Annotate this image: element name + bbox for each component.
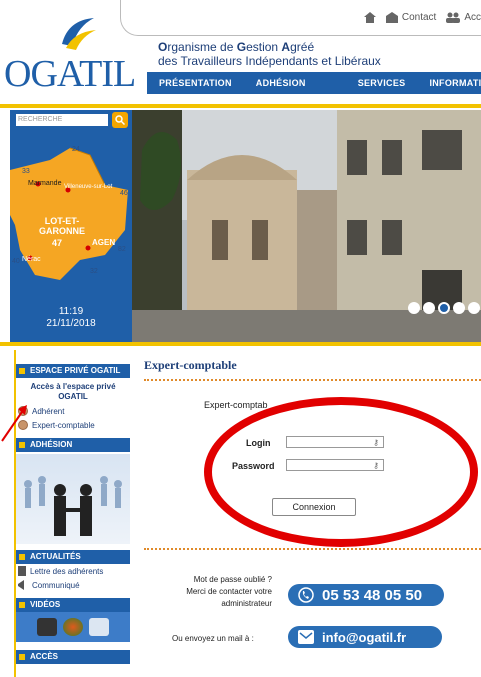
connexion-button[interactable]: Connexion <box>272 498 356 516</box>
users-icon <box>446 12 461 23</box>
home-link[interactable] <box>363 12 376 23</box>
main-nav: PRÉSENTATION ADHÉSION SERVICES INFORMATI… <box>147 72 481 94</box>
city-marmande: Marmande <box>28 180 62 187</box>
phone-button[interactable]: 05 53 48 05 50 <box>288 584 444 606</box>
map-number-46: 46 <box>120 190 128 197</box>
slide-dot-3[interactable] <box>438 302 450 314</box>
phone-icon <box>298 587 314 603</box>
news-item-communique[interactable]: Communiqué <box>16 578 130 592</box>
option-adherent[interactable]: Adhérent <box>16 404 130 418</box>
news-communique-label: Communiqué <box>32 580 80 590</box>
globe-icon <box>63 618 83 636</box>
header-divider <box>0 104 481 108</box>
org-line2: des Travailleurs Indépendants et Libérau… <box>158 54 381 68</box>
espace-prive-header: ESPACE PRIVÉ OGATIL <box>16 364 130 378</box>
clock-time: 11:19 <box>58 306 84 317</box>
logo-text: OGATIL <box>4 53 136 95</box>
login-label: Login <box>246 438 271 448</box>
news-lettre-label: Lettre des adhérents <box>30 566 104 576</box>
slide-dot-5[interactable] <box>468 302 480 314</box>
logo-swoosh-icon <box>62 18 96 50</box>
videos-banner[interactable] <box>16 612 130 642</box>
slideshow-dots <box>408 302 480 314</box>
page-title: Expert-comptable <box>144 358 237 372</box>
search-input[interactable]: RECHERCHE <box>16 114 108 126</box>
map-number-40: 40 <box>12 258 20 265</box>
map-number-24: 24 <box>72 146 80 153</box>
email-address: info@ogatil.fr <box>322 629 407 645</box>
contact-label: Contact <box>401 12 437 23</box>
login-input[interactable]: ⚷ <box>286 436 384 448</box>
top-links: Contact Acc <box>363 12 481 23</box>
logo[interactable]: OGATIL <box>0 10 140 94</box>
actualites-header[interactable]: ACTUALITÉS <box>16 550 130 564</box>
key-icon: ⚷ <box>373 438 379 447</box>
mail-icon <box>298 630 314 644</box>
clock-date: 21/11/2018 <box>46 318 96 329</box>
dotted-divider-top <box>144 379 481 381</box>
city-agen: AGEN <box>92 238 116 247</box>
org-line1: Organisme de Gestion Agréé <box>158 40 315 54</box>
camera-icon <box>37 618 57 636</box>
department-map[interactable] <box>10 130 132 300</box>
contact-link[interactable]: Contact <box>385 12 437 23</box>
map-number-32: 32 <box>90 268 98 275</box>
slide-dot-2[interactable] <box>423 302 435 314</box>
search-icon <box>115 115 126 126</box>
nav-informations[interactable]: INFORMATIONS <box>417 78 481 88</box>
email-prompt: Ou envoyez un mail à : <box>172 634 254 643</box>
dotted-divider-bottom <box>144 548 481 550</box>
megaphone-icon <box>18 580 24 590</box>
org-name: Organisme de Gestion Agréé des Travaille… <box>158 40 381 68</box>
option-expert-label: Expert-comptable <box>32 420 95 430</box>
subtitle: Expert-comptab <box>204 400 268 410</box>
region-name: LOT-ET-GARONNE <box>38 216 85 236</box>
city-nerac: Nérac <box>22 256 41 263</box>
header: OGATIL Contact Acc Organisme de Gestion … <box>0 0 481 104</box>
adhesion-header[interactable]: ADHÉSION <box>16 438 130 452</box>
content-divider <box>0 342 481 346</box>
clock: 11:19 21/11/2018 <box>10 306 132 330</box>
top-bar: Contact Acc <box>120 0 481 36</box>
phone-number: 05 53 48 05 50 <box>322 586 423 604</box>
contact-icon <box>385 12 398 23</box>
forgot-password-text: Mot de passe oublié ? Merci de contacter… <box>158 574 272 610</box>
nav-services[interactable]: SERVICES <box>318 78 418 88</box>
page: OGATIL Contact Acc Organisme de Gestion … <box>0 0 481 677</box>
account-link[interactable]: Acc <box>446 12 481 23</box>
map-number-33: 33 <box>22 168 30 175</box>
adhesion-banner[interactable] <box>16 454 130 544</box>
map-panel: RECHERCHE 24 33 40 82 32 46 Marmande Vil… <box>10 110 132 342</box>
slideshow-photo[interactable] <box>132 110 481 342</box>
department-number: 47 <box>52 238 63 248</box>
account-label: Acc <box>464 12 481 23</box>
option-adherent-label: Adhérent <box>32 406 65 416</box>
slide-dot-4[interactable] <box>453 302 465 314</box>
espace-prive-subtitle: Accès à l'espace privé OGATIL <box>30 382 116 401</box>
map-number-82: 82 <box>118 246 126 253</box>
city-villeneuve: Villeneuve-sur-Lot <box>64 184 113 190</box>
forgot-line2: Merci de contacter votre <box>186 587 272 596</box>
home-icon <box>363 12 376 23</box>
sidebar: ESPACE PRIVÉ OGATIL Accès à l'espace pri… <box>14 350 130 677</box>
acces-header[interactable]: ACCÈS <box>16 650 130 664</box>
forgot-line3: administrateur <box>221 599 272 608</box>
key-icon: ⚷ <box>373 461 379 470</box>
password-input[interactable]: ⚷ <box>286 459 384 471</box>
handshake-illustration <box>24 476 122 536</box>
password-label: Password <box>232 461 275 471</box>
news-item-lettre[interactable]: Lettre des adhérents <box>16 564 130 578</box>
search-button[interactable] <box>112 112 128 128</box>
nav-presentation[interactable]: PRÉSENTATION <box>147 78 244 88</box>
forgot-line1: Mot de passe oublié ? <box>193 575 272 584</box>
option-expert-comptable[interactable]: Expert-comptable <box>16 418 130 432</box>
nav-adhesion[interactable]: ADHÉSION <box>244 78 318 88</box>
document-icon <box>18 566 26 576</box>
slide-dot-1[interactable] <box>408 302 420 314</box>
videos-header[interactable]: VIDÉOS <box>16 598 130 612</box>
red-arrow-annotation <box>1 405 27 442</box>
email-button[interactable]: info@ogatil.fr <box>288 626 442 648</box>
login-section: Expert-comptable Expert-comptab Login ⚷ … <box>144 358 481 677</box>
film-icon <box>89 618 109 636</box>
